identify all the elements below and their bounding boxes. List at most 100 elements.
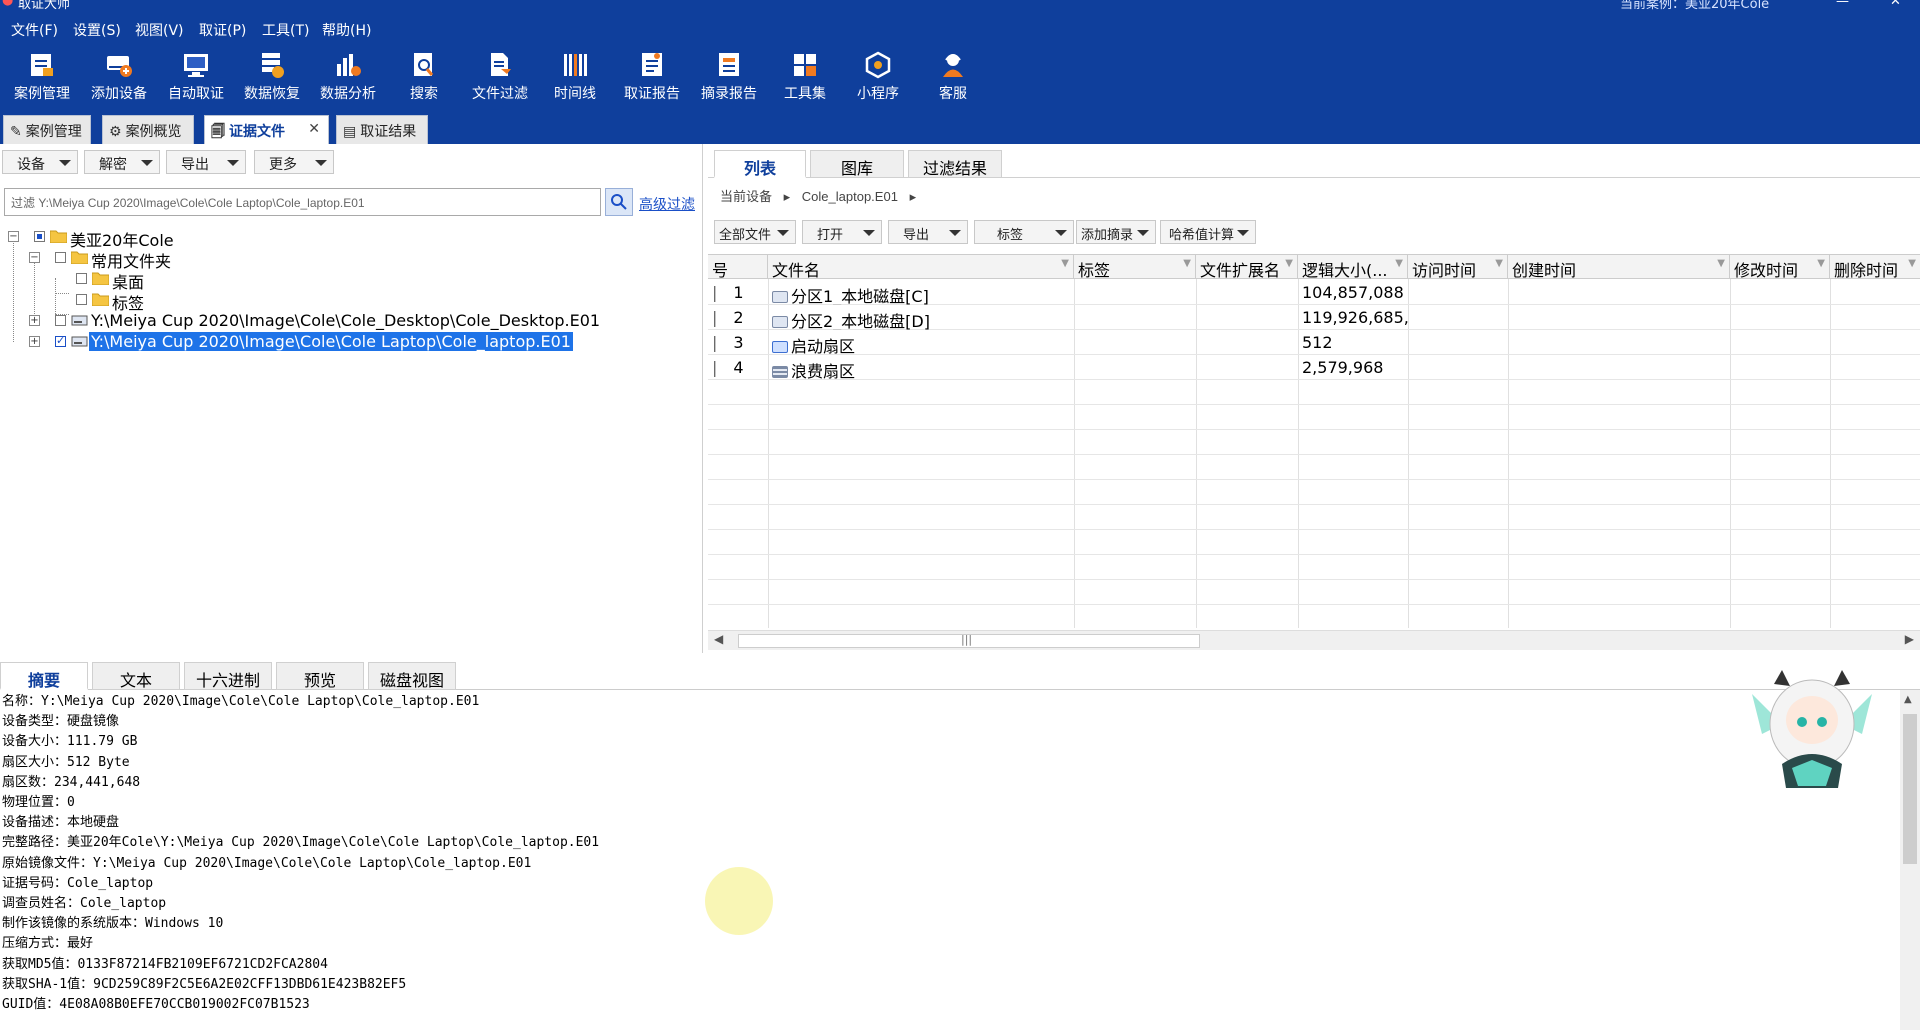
toolset-button[interactable]: 工具集 [770,50,840,108]
tree-checkbox-checked[interactable] [55,334,66,347]
data-recovery-button[interactable]: 数据恢复 [237,50,307,108]
filter-icon[interactable]: ▼ [1717,258,1725,269]
tab-disk-view[interactable]: 磁盘视图 [368,662,456,690]
tab-text[interactable]: 文本 [92,662,180,690]
breadcrumb-image[interactable]: Cole_laptop.E01 [802,189,898,204]
menu-forensic[interactable]: 取证(P) [199,20,246,40]
summary-line: 扇区大小：512 Byte [2,754,130,770]
filter-icon[interactable]: ▼ [1285,258,1293,269]
customer-service-button[interactable]: 客服 [918,50,988,108]
menu-view[interactable]: 视图(V) [135,20,184,40]
tab-hex[interactable]: 十六进制 [184,662,272,690]
tab-gallery[interactable]: 图库 [810,150,904,178]
vertical-scrollbar[interactable]: ▲ [1900,690,1920,1030]
filter-row: 高级过滤 [4,188,699,216]
menu-help[interactable]: 帮助(H) [322,20,371,40]
case-manage-button[interactable]: 案例管理 [7,50,77,108]
tree-checkbox[interactable] [76,294,87,305]
tab-case-manage[interactable]: ✎ 案例管理 [3,115,91,144]
forensic-report-button[interactable]: 取证报告 [617,50,687,108]
row-marker-icon: | [712,333,718,352]
row-checkbox-cell[interactable]: | 3 [708,330,768,355]
hash-calc-dropdown[interactable]: 哈希值计算 [1160,220,1256,244]
collapse-icon[interactable]: − [8,231,19,242]
tree-checkbox[interactable] [55,315,66,326]
col-header-tag[interactable]: 标签 ▼ [1074,255,1196,279]
filter-icon[interactable]: ▼ [1908,258,1916,269]
scroll-up-icon[interactable]: ▲ [1904,694,1912,705]
menu-file[interactable]: 文件(F) [11,20,58,40]
evidence-tree-pane: 设备 解密 导出 更多 高级过滤 − 美亚20年Cole − 常用文件夹 [0,144,703,653]
tab-case-overview[interactable]: ⚙ 案例概览 [102,115,194,144]
mascot-image[interactable] [1742,664,1882,798]
col-header-modify-time[interactable]: 修改时间 ▼ [1730,255,1830,279]
scroll-thumb[interactable]: ||| [738,633,1200,648]
close-tab-icon[interactable]: ✕ [308,121,320,137]
table-row[interactable]: | 1 分区1_本地磁盘[C] 104,857,088 [708,280,1920,305]
expand-icon[interactable]: + [29,315,40,326]
col-header-filename[interactable]: 文件名 ▼ [768,255,1074,279]
advanced-filter-link[interactable]: 高级过滤 [639,194,695,214]
filter-icon[interactable]: ▼ [1183,258,1191,269]
data-analysis-button[interactable]: 数据分析 [313,50,383,108]
table-row[interactable]: |2 分区2_本地磁盘[D] 119,926,685,... [708,305,1920,330]
close-window-button[interactable]: ✕ [1890,0,1901,9]
table-row[interactable]: | 3 启动扇区 512 [708,330,1920,355]
chevron-down-icon [141,160,153,166]
mini-program-button[interactable]: 小程序 [843,50,913,108]
col-header-access-time[interactable]: 访问时间 ▼ [1408,255,1508,279]
excerpt-report-button[interactable]: 摘录报告 [694,50,764,108]
timeline-button[interactable]: 时间线 [540,50,610,108]
add-device-button[interactable]: 添加设备 [84,50,154,108]
device-dropdown[interactable]: 设备 [2,150,78,174]
row-checkbox-cell[interactable]: | 1 [708,280,768,305]
open-dropdown[interactable]: 打开 [802,220,882,244]
auto-forensic-button[interactable]: 自动取证 [161,50,231,108]
col-header-num[interactable]: 号 [708,255,768,279]
table-row[interactable]: | 4 浪费扇区 2,579,968 [708,355,1920,380]
col-header-create-time[interactable]: 创建时间 ▼ [1508,255,1730,279]
decrypt-dropdown[interactable]: 解密 [84,150,160,174]
more-dropdown[interactable]: 更多 [254,150,334,174]
add-excerpt-dropdown[interactable]: 添加摘录 [1076,220,1156,244]
filter-icon[interactable]: ▼ [1395,258,1403,269]
minimize-button[interactable]: — [1836,0,1849,9]
expand-icon[interactable]: + [29,336,40,347]
tab-filter-results[interactable]: 过滤结果 [908,150,1002,178]
horizontal-scrollbar[interactable]: ◀ ||| ▶ [708,630,1920,650]
tab-summary[interactable]: 摘要 [0,662,88,690]
row-checkbox-cell[interactable]: | 4 [708,355,768,380]
tree-checkbox[interactable] [55,252,66,263]
collapse-icon[interactable]: − [29,252,40,263]
filename-cell: 分区2_本地磁盘[D] [768,305,1074,330]
menu-tools[interactable]: 工具(T) [262,20,309,40]
scroll-thumb[interactable] [1903,714,1917,864]
tree-checkbox[interactable] [76,273,87,284]
export-dropdown[interactable]: 导出 [166,150,246,174]
export-list-dropdown[interactable]: 导出 [888,220,968,244]
scroll-right-icon[interactable]: ▶ [1905,632,1914,646]
tab-evidence-files[interactable]: 🗐 证据文件 ✕ [204,115,329,144]
breadcrumb-current-device[interactable]: 当前设备 [720,189,772,204]
menu-settings[interactable]: 设置(S) [73,20,121,40]
scroll-left-icon[interactable]: ◀ [714,632,723,646]
tab-forensic-results[interactable]: ▤ 取证结果 [336,115,428,144]
summary-line: 证据号码：Cole_laptop [2,875,154,891]
col-header-logical-size[interactable]: 逻辑大小(... ▼ [1298,255,1408,279]
tab-preview[interactable]: 预览 [276,662,364,690]
all-files-dropdown[interactable]: 全部文件 [714,220,796,244]
tab-list[interactable]: 列表 [714,150,806,178]
filter-icon[interactable]: ▼ [1495,258,1503,269]
filter-icon[interactable]: ▼ [1061,258,1069,269]
col-header-delete-time[interactable]: 删除时间 ▼ [1830,255,1920,279]
col-header-extension[interactable]: 文件扩展名 ▼ [1196,255,1298,279]
chevron-down-icon [1137,230,1149,236]
search-button[interactable]: 搜索 [389,50,459,108]
file-filter-button[interactable]: 文件过滤 [465,50,535,108]
tag-dropdown[interactable]: 标签 [974,220,1074,244]
tree-checkbox[interactable] [34,231,45,242]
filter-icon[interactable]: ▼ [1817,258,1825,269]
row-checkbox-cell[interactable]: | 2 [708,305,768,330]
filter-search-button[interactable] [605,188,633,216]
filter-input[interactable] [4,188,601,216]
